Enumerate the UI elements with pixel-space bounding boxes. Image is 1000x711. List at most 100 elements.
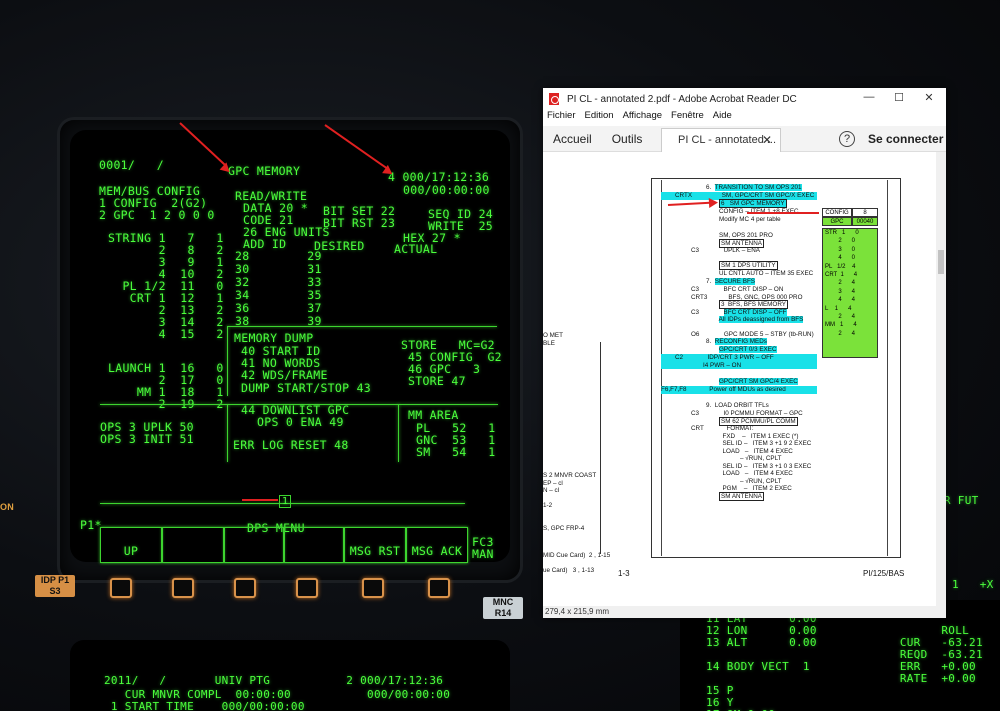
minimize-icon[interactable]: — [855, 91, 883, 107]
idp-plate: IDP P1 S3 [35, 575, 75, 597]
string-row: 4 15 2 [108, 327, 224, 341]
separator-downlist-v [227, 404, 228, 462]
msg-rst-label: MSG RST [349, 544, 401, 558]
dump-start-stop: DUMP START/STOP 43 [241, 381, 372, 395]
f6f7f8-row: F6,F7,F8 Power off MDUs as desired [661, 386, 817, 394]
edge-key-4[interactable] [296, 578, 318, 598]
plus-x-text: 1 +X [952, 578, 994, 591]
pdf-icon [549, 93, 559, 105]
attitude-table: 11 LAT 0.0012 LON 0.00 ROLL PITCH13 ALT … [706, 613, 1000, 711]
attitude-row: 15 P [706, 684, 734, 697]
edge-key-5[interactable] [362, 578, 384, 598]
pdf-red-arrowhead [708, 197, 719, 208]
left-fragment-cue: MID Cue Card) 2 , 1-15 ue Card) 3 , 1-13 [543, 552, 611, 574]
msg-rst-fkey[interactable]: MSG RST [344, 527, 406, 563]
gpc-crt-sm: GPC/CRT SM GPC/4 EXEC [719, 378, 798, 385]
wds-frame: 42 WDS/FRAME [241, 368, 328, 382]
memory-dump: MEMORY DUMP [234, 331, 314, 345]
sm-gpc-memory-box: 6 SM GPC MEMORY [719, 199, 787, 208]
step-6: 6. TRANSITION TO SM OPS 201 [706, 184, 802, 191]
separator-memory-v [227, 326, 228, 396]
mm-sm: SM 54 1 [416, 445, 496, 459]
gpc-row-value: 00040 [852, 217, 878, 226]
physical-button-row [90, 572, 490, 612]
c2-row: C2 IDP/CRT 3 PWR – OFF I4 PWR – ON [661, 354, 817, 369]
page-reference: PI/125/BAS [863, 569, 905, 578]
attitude-row: RATE +0.00 +0.04 [899, 672, 976, 685]
menu-fichier[interactable]: Fichier [547, 110, 576, 126]
separator-memory [227, 326, 497, 327]
tab-document[interactable]: PI CL - annotated ... ✕ [661, 128, 781, 152]
secure-bfs: C3 BFC CRT DISP – ON CRT3 BFS, GNC, OPS … [690, 286, 814, 338]
gpc-row-label: GPC [822, 217, 852, 226]
launch-mm-table: LAUNCH 1 16 0 2 17 0 MM 1 18 1 2 19 2 [108, 362, 224, 410]
config-header-value: 8 [852, 208, 878, 217]
config-header: CONFIG [822, 208, 852, 217]
gpc-line: 2 GPC 1 2 0 0 0 [99, 208, 215, 222]
edge-key-3[interactable] [234, 578, 256, 598]
scratch-pad-cursor: 1 [279, 495, 292, 508]
left-fragment-text: O MET BLE [543, 332, 563, 347]
config-item: CONFIG – ITEM 1 +8 EXEC Modify MC 4 per … [719, 208, 799, 223]
help-icon[interactable]: ? [839, 131, 855, 147]
load-orbit: C3 I0 PCMMU FORMAT – GPC SM 62 PCMMU/PL … [690, 410, 812, 501]
maximize-icon[interactable]: ☐ [885, 91, 913, 107]
edge-key-6[interactable] [428, 578, 450, 598]
fkey-3[interactable] [224, 527, 284, 563]
menu-aide[interactable]: Aide [713, 110, 732, 126]
tab-accueil[interactable]: Accueil [543, 132, 602, 146]
fkey-4[interactable] [284, 527, 344, 563]
config-table-body: STR 1 0 2 0 3 0 4 0 PL 1/2 4 CRT 1 4 2 4… [822, 228, 878, 358]
string-crt-table: STRING 1 7 1 2 8 2 3 9 1 4 10 2 PL 1/2 1… [108, 232, 224, 340]
msg-ack-label: MSG ACK [411, 544, 463, 558]
ops-ena: OPS 0 ENA 49 [257, 415, 344, 429]
on-label: ON [0, 502, 15, 512]
mm-area: MM AREA [408, 408, 459, 422]
acrobat-titlebar: PI CL - annotated 2.pdf - Adobe Acrobat … [543, 88, 946, 110]
separator-mm-v [398, 404, 399, 462]
bottom-line-1: 2011/ / UNIV PTG 2 000/17:12:36 [104, 674, 444, 687]
up-label: UP [123, 544, 139, 558]
close-icon[interactable]: ✕ [915, 91, 943, 107]
header-right-1: 4 000/17:12:36 [388, 170, 490, 184]
menu-bar: Fichier Edition Affichage Fenêtre Aide [543, 110, 946, 126]
bit-rst: BIT RST 23 [323, 216, 396, 230]
tab-bar: Accueil Outils PI CL - annotated ... ✕ ?… [543, 126, 946, 152]
scrollbar-thumb[interactable] [938, 250, 944, 274]
status-bar: 279,4 x 215,9 mm [543, 606, 946, 618]
tab-outils[interactable]: Outils [602, 132, 653, 146]
sm-ops-201: SM, OPS 201 PRO SM ANTENNA C3 UPLK – ENA… [690, 232, 814, 277]
pdf-page-view[interactable]: O MET BLE MID Cue Card) 2 , 1-15 ue Card… [543, 152, 936, 606]
header-left: 0001/ / [99, 158, 165, 172]
step-8: 8. RECONFIG MEDs [706, 338, 767, 345]
step-9: 9. LOAD ORBIT TFLs [706, 402, 769, 409]
tab-close-icon[interactable]: ✕ [762, 133, 772, 147]
display-title: GPC MEMORY [228, 164, 301, 178]
actual-header: ACTUAL [394, 242, 438, 256]
page-right-rule [887, 180, 888, 556]
page-number: 1-3 [618, 569, 630, 578]
ops3-init: OPS 3 INIT 51 [100, 432, 194, 446]
reconfig: GPC/CRT 0/3 EXEC [719, 346, 777, 353]
menu-fenetre[interactable]: Fenêtre [671, 110, 704, 126]
bottom-line-3: 1 START TIME 000/00:00:00 [104, 700, 305, 711]
pdf-black-pointer [747, 212, 819, 214]
edge-key-2[interactable] [172, 578, 194, 598]
red-arrow-scratch [242, 499, 278, 501]
man-label: MAN [472, 547, 494, 561]
up-fkey[interactable]: UP [100, 527, 162, 563]
vertical-scrollbar[interactable] [936, 152, 946, 606]
msg-ack-fkey[interactable]: MSG ACK [406, 527, 468, 563]
menu-affichage[interactable]: Affichage [623, 110, 662, 126]
menu-edition[interactable]: Edition [585, 110, 614, 126]
acrobat-window: PI CL - annotated 2.pdf - Adobe Acrobat … [543, 88, 946, 618]
header-right-2: 000/00:00:00 [403, 183, 490, 197]
fkey-p1: P1* [80, 518, 102, 532]
window-title: PI CL - annotated 2.pdf - Adobe Acrobat … [567, 93, 797, 105]
step-7: 7. SECURE BFS [706, 278, 756, 285]
sign-in-link[interactable]: Se connecter [868, 132, 943, 146]
left-fragment-coast: S 2 MNVR COAST EP – cl N – cl 1-2 S, GPC… [543, 472, 597, 532]
err-log-reset: ERR LOG RESET 48 [233, 438, 349, 452]
fkey-2[interactable] [162, 527, 224, 563]
edge-key-1[interactable] [110, 578, 132, 598]
